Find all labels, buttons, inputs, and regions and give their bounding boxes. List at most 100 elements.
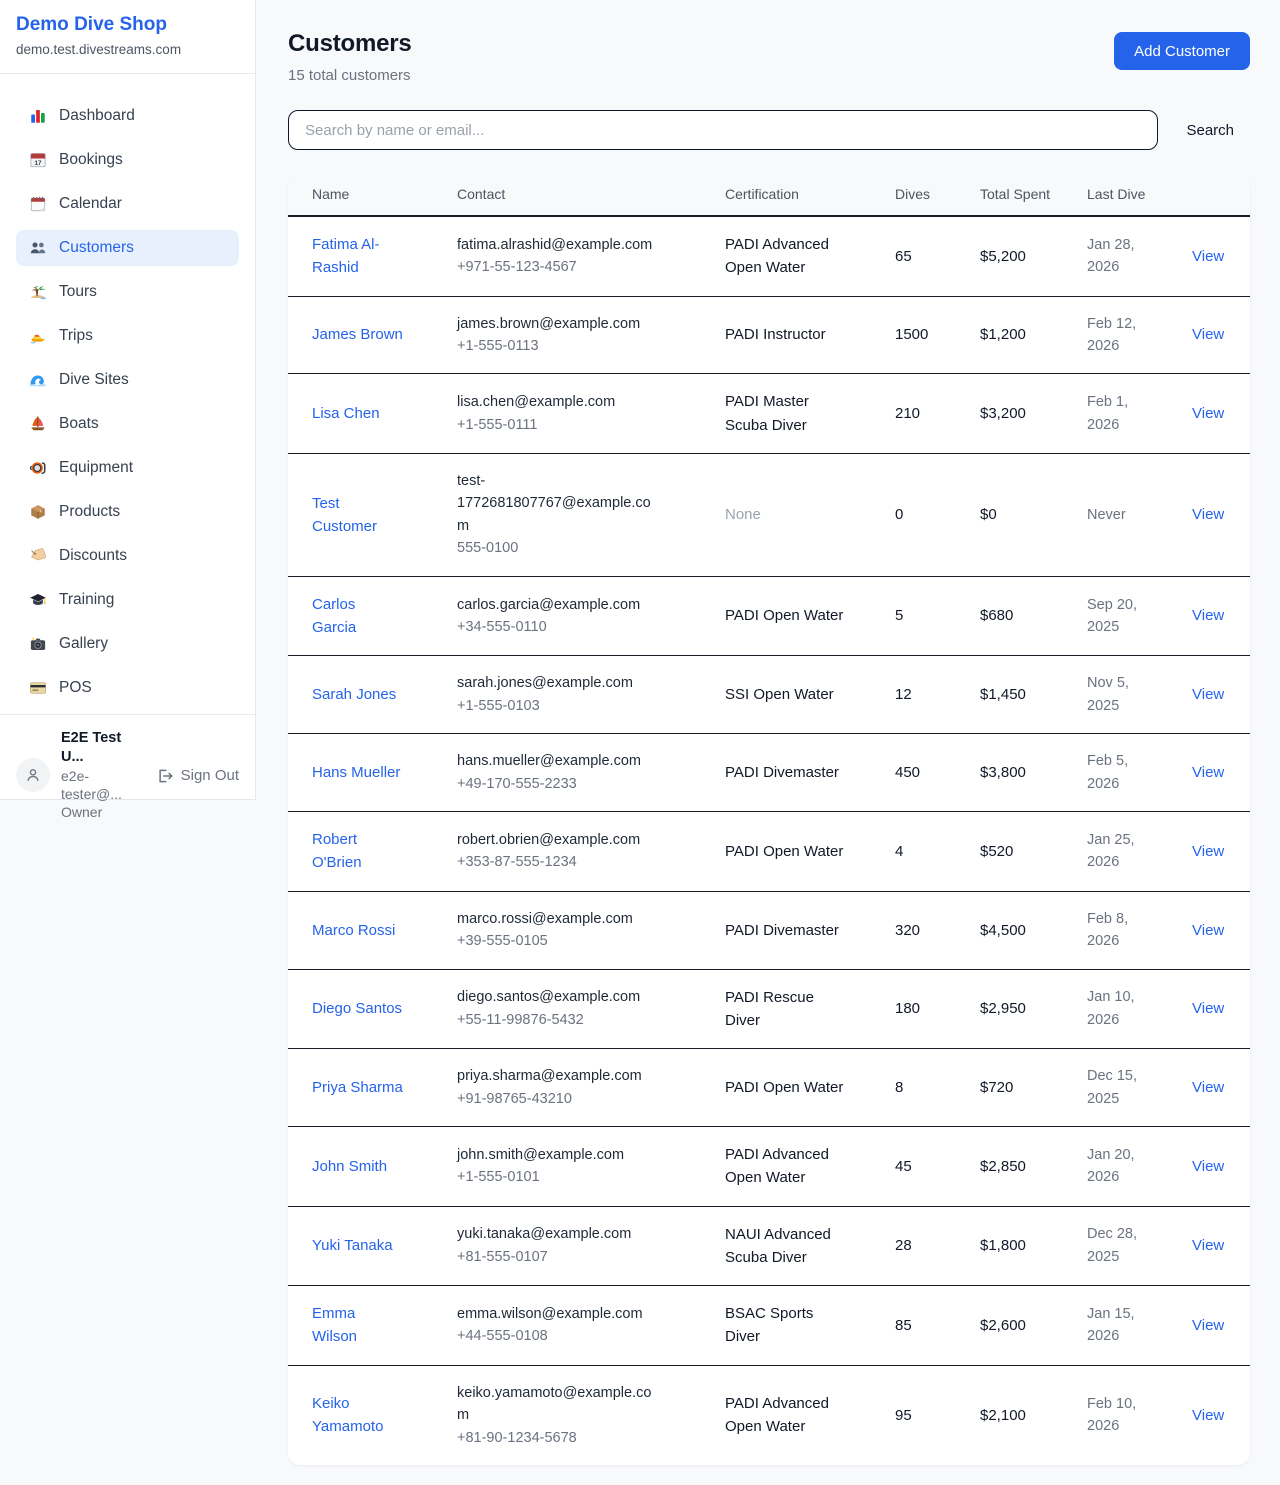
tag-icon bbox=[29, 547, 47, 565]
customer-dives: 0 bbox=[871, 453, 956, 576]
customer-phone: +39-555-0105 bbox=[457, 930, 661, 952]
customer-email: test-1772681807767@example.com bbox=[457, 470, 661, 537]
sign-out-button[interactable]: Sign Out bbox=[156, 767, 239, 784]
customer-email: carlos.garcia@example.com bbox=[457, 594, 661, 616]
customer-name-link[interactable]: Emma Wilson bbox=[312, 1305, 357, 1345]
sidebar-item-tours[interactable]: Tours bbox=[16, 274, 239, 310]
sidebar-nav: Dashboard 17 Bookings Calendar Customers… bbox=[0, 74, 255, 714]
add-customer-button[interactable]: Add Customer bbox=[1114, 32, 1250, 70]
camera-icon bbox=[29, 635, 47, 653]
customer-name-link[interactable]: Marco Rossi bbox=[312, 922, 395, 939]
view-link[interactable]: View bbox=[1192, 1237, 1224, 1254]
customer-name-link[interactable]: Carlos Garcia bbox=[312, 596, 356, 636]
customer-phone: +353-87-555-1234 bbox=[457, 851, 661, 873]
customer-total-spent: $2,950 bbox=[956, 969, 1063, 1049]
customer-dives: 65 bbox=[871, 216, 956, 296]
customer-name-link[interactable]: Robert O'Brien bbox=[312, 831, 362, 871]
view-link[interactable]: View bbox=[1192, 506, 1224, 523]
customer-name-link[interactable]: Lisa Chen bbox=[312, 405, 380, 422]
table-header-row: Name Contact Certification Dives Total S… bbox=[288, 174, 1250, 216]
customer-certification: None bbox=[701, 453, 871, 576]
customer-name-link[interactable]: Yuki Tanaka bbox=[312, 1237, 393, 1254]
customer-name-link[interactable]: Test Customer bbox=[312, 495, 377, 535]
customer-name-link[interactable]: John Smith bbox=[312, 1158, 387, 1175]
sidebar: Demo Dive Shop demo.test.divestreams.com… bbox=[0, 0, 256, 800]
customer-total-spent: $5,200 bbox=[956, 216, 1063, 296]
customer-email: keiko.yamamoto@example.com bbox=[457, 1382, 661, 1427]
customer-phone: +44-555-0108 bbox=[457, 1325, 661, 1347]
graduation-cap-icon bbox=[29, 591, 47, 609]
view-link[interactable]: View bbox=[1192, 326, 1224, 343]
customer-phone: +34-555-0110 bbox=[457, 616, 661, 638]
sidebar-item-products[interactable]: Products bbox=[16, 494, 239, 530]
table-row: Priya Sharma priya.sharma@example.com +9… bbox=[288, 1049, 1250, 1127]
customer-last-dive: Feb 1, 2026 bbox=[1063, 374, 1168, 454]
customer-last-dive: Jan 28, 2026 bbox=[1063, 216, 1168, 296]
sidebar-item-pos[interactable]: POS bbox=[16, 670, 239, 706]
search-row: Search bbox=[288, 110, 1250, 150]
page-header: Customers 15 total customers Add Custome… bbox=[288, 30, 1250, 84]
customer-total-spent: $2,600 bbox=[956, 1286, 1063, 1366]
customer-name-link[interactable]: Hans Mueller bbox=[312, 764, 400, 781]
customer-phone: +81-90-1234-5678 bbox=[457, 1427, 661, 1449]
customer-last-dive: Sep 20, 2025 bbox=[1063, 576, 1168, 656]
customer-name-link[interactable]: Diego Santos bbox=[312, 1000, 402, 1017]
customer-name-link[interactable]: Sarah Jones bbox=[312, 686, 396, 703]
user-role: Owner bbox=[61, 803, 145, 821]
sidebar-item-dashboard[interactable]: Dashboard bbox=[16, 98, 239, 134]
customer-total-spent: $1,450 bbox=[956, 656, 1063, 734]
view-link[interactable]: View bbox=[1192, 843, 1224, 860]
sidebar-item-boats[interactable]: Boats bbox=[16, 406, 239, 442]
sidebar-item-trips[interactable]: Trips bbox=[16, 318, 239, 354]
customer-dives: 450 bbox=[871, 734, 956, 812]
page-title: Customers bbox=[288, 30, 412, 58]
sidebar-item-customers[interactable]: Customers bbox=[16, 230, 239, 266]
column-total-spent: Total Spent bbox=[956, 174, 1063, 216]
sign-out-label: Sign Out bbox=[181, 767, 239, 784]
table-row: Marco Rossi marco.rossi@example.com +39-… bbox=[288, 891, 1250, 969]
table-row: Yuki Tanaka yuki.tanaka@example.com +81-… bbox=[288, 1206, 1250, 1286]
customer-name-link[interactable]: Fatima Al-Rashid bbox=[312, 236, 380, 276]
search-input[interactable] bbox=[288, 110, 1158, 150]
search-button[interactable]: Search bbox=[1186, 122, 1234, 139]
customer-total-spent: $2,850 bbox=[956, 1127, 1063, 1207]
customer-email: yuki.tanaka@example.com bbox=[457, 1223, 661, 1245]
view-link[interactable]: View bbox=[1192, 1079, 1224, 1096]
bar-chart-icon bbox=[29, 107, 47, 125]
customer-name-link[interactable]: Keiko Yamamoto bbox=[312, 1395, 383, 1435]
wave-icon bbox=[29, 371, 47, 389]
view-link[interactable]: View bbox=[1192, 686, 1224, 703]
sidebar-item-calendar[interactable]: Calendar bbox=[16, 186, 239, 222]
view-link[interactable]: View bbox=[1192, 1000, 1224, 1017]
customer-certification: PADI Master Scuba Diver bbox=[701, 374, 871, 454]
sidebar-item-discounts[interactable]: Discounts bbox=[16, 538, 239, 574]
customer-email: robert.obrien@example.com bbox=[457, 829, 661, 851]
view-link[interactable]: View bbox=[1192, 405, 1224, 422]
sidebar-item-dive-sites[interactable]: Dive Sites bbox=[16, 362, 239, 398]
table-row: Diego Santos diego.santos@example.com +5… bbox=[288, 969, 1250, 1049]
customer-last-dive: Nov 5, 2025 bbox=[1063, 656, 1168, 734]
sidebar-item-gallery[interactable]: Gallery bbox=[16, 626, 239, 662]
avatar bbox=[16, 758, 50, 792]
view-link[interactable]: View bbox=[1192, 607, 1224, 624]
package-icon bbox=[29, 503, 47, 521]
customer-email: james.brown@example.com bbox=[457, 313, 661, 335]
view-link[interactable]: View bbox=[1192, 1317, 1224, 1334]
customer-name-link[interactable]: Priya Sharma bbox=[312, 1079, 403, 1096]
view-link[interactable]: View bbox=[1192, 248, 1224, 265]
user-email: e2e-tester@... bbox=[61, 767, 145, 803]
customer-total-spent: $1,800 bbox=[956, 1206, 1063, 1286]
view-link[interactable]: View bbox=[1192, 1407, 1224, 1424]
customer-dives: 28 bbox=[871, 1206, 956, 1286]
sidebar-item-equipment[interactable]: Equipment bbox=[16, 450, 239, 486]
view-link[interactable]: View bbox=[1192, 764, 1224, 781]
customer-certification: PADI Rescue Diver bbox=[701, 969, 871, 1049]
sidebar-item-bookings[interactable]: 17 Bookings bbox=[16, 142, 239, 178]
sidebar-item-training[interactable]: Training bbox=[16, 582, 239, 618]
table-row: Emma Wilson emma.wilson@example.com +44-… bbox=[288, 1286, 1250, 1366]
view-link[interactable]: View bbox=[1192, 922, 1224, 939]
view-link[interactable]: View bbox=[1192, 1158, 1224, 1175]
credit-card-icon bbox=[29, 679, 47, 697]
customer-name-link[interactable]: James Brown bbox=[312, 326, 403, 343]
customer-certification: PADI Open Water bbox=[701, 812, 871, 892]
